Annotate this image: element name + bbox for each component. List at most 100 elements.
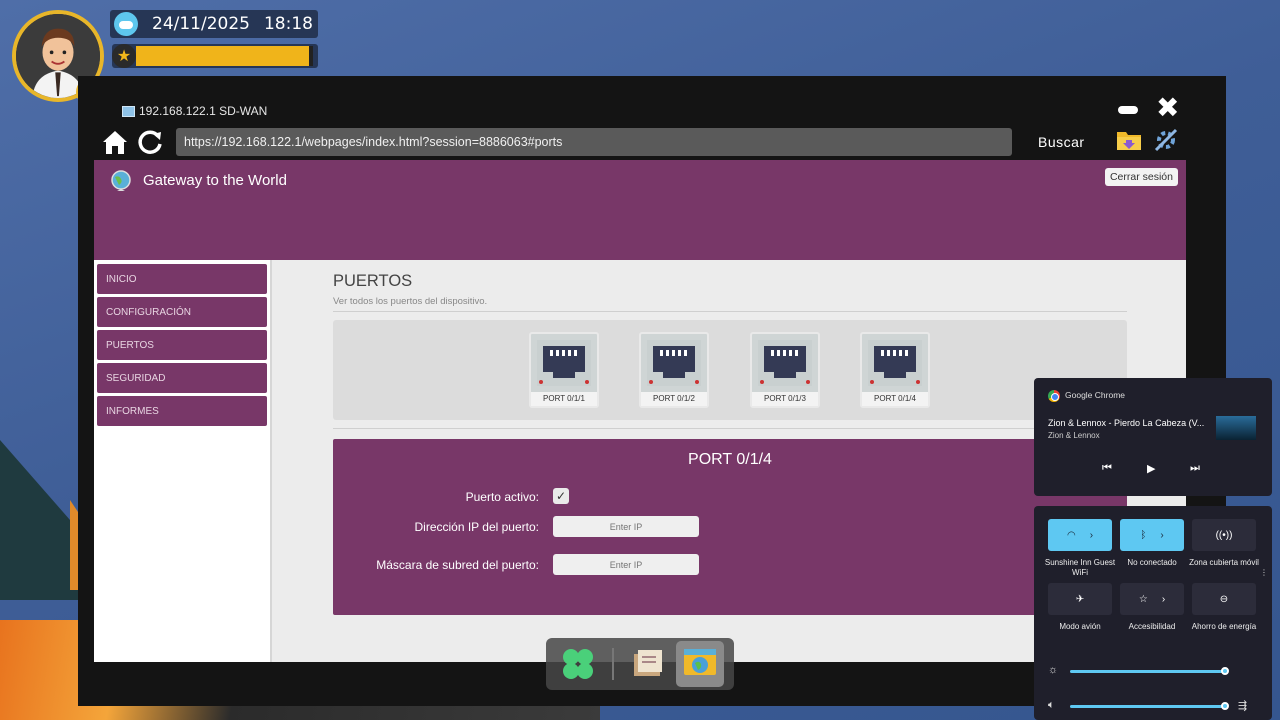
ethernet-port-icon bbox=[537, 340, 591, 386]
port-tile-3[interactable]: PORT 0/1/3 bbox=[750, 332, 820, 408]
port-detail-title: PORT 0/1/4 bbox=[688, 451, 772, 468]
brightness-slider-thumb[interactable] bbox=[1220, 667, 1229, 675]
battery-saver-label: Ahorro de energía bbox=[1191, 622, 1257, 631]
globe-icon bbox=[111, 170, 131, 191]
port-active-label: Puerto activo: bbox=[465, 490, 539, 504]
port-active-checkbox[interactable]: ✓ bbox=[553, 488, 569, 504]
minimize-button[interactable] bbox=[1118, 106, 1138, 114]
battery-saver-icon: ⊖ bbox=[1219, 593, 1229, 605]
airplane-label: Modo avión bbox=[1059, 622, 1101, 631]
hotspot-toggle[interactable]: ((•)) bbox=[1192, 519, 1256, 551]
weather-icon bbox=[114, 12, 138, 36]
port-tile-4[interactable]: PORT 0/1/4 bbox=[860, 332, 930, 408]
chevron-right-icon: › bbox=[1161, 593, 1166, 605]
dock-separator bbox=[612, 648, 614, 680]
ethernet-port-icon bbox=[868, 340, 922, 386]
port-label: PORT 0/1/3 bbox=[752, 392, 818, 406]
wifi-toggle[interactable]: ◠ › bbox=[1048, 519, 1112, 551]
sidebar-item-informes[interactable]: INFORMES bbox=[97, 396, 267, 426]
album-art bbox=[1216, 416, 1256, 440]
browser-toolbar: https://192.168.122.1/webpages/index.htm… bbox=[94, 124, 1198, 160]
hud-date: 24/11/2025 bbox=[152, 14, 250, 34]
downloads-folder-icon[interactable] bbox=[1116, 128, 1142, 152]
hotspot-label: Zona cubierta móvil bbox=[1189, 558, 1259, 567]
ethernet-port-icon bbox=[647, 340, 701, 386]
volume-slider[interactable] bbox=[1070, 705, 1228, 708]
chrome-icon bbox=[1048, 390, 1060, 402]
wifi-label: Sunshine Inn Guest WiFi bbox=[1044, 558, 1116, 577]
xp-progress-bar bbox=[136, 46, 313, 66]
port-tile-2[interactable]: PORT 0/1/2 bbox=[639, 332, 709, 408]
page-icon bbox=[122, 105, 135, 117]
port-ip-label: Dirección IP del puerto: bbox=[414, 520, 539, 534]
next-track-icon[interactable]: ⏭ bbox=[1190, 462, 1200, 475]
ports-panel: PORT 0/1/1 PORT 0/1/2 PORT 0/1/3 PORT 0/… bbox=[333, 320, 1127, 420]
chevron-right-icon: › bbox=[1160, 529, 1164, 541]
star-icon: ★ bbox=[112, 44, 136, 68]
play-icon[interactable]: ▶ bbox=[1147, 462, 1155, 475]
window-title: 192.168.122.1 SD-WAN bbox=[122, 104, 267, 118]
port-detail-panel: PORT 0/1/4 Puerto activo: ✓ Dirección IP… bbox=[333, 439, 1127, 615]
port-label: PORT 0/1/1 bbox=[531, 392, 597, 406]
bluetooth-label: No conectado bbox=[1127, 558, 1177, 567]
port-label: PORT 0/1/4 bbox=[862, 392, 928, 406]
brightness-icon: ☼ bbox=[1048, 664, 1059, 676]
page-subtitle: Ver todos los puertos del dispositivo. bbox=[333, 296, 488, 307]
previous-track-icon[interactable]: ⏮ bbox=[1102, 462, 1112, 475]
site-title: Gateway to the World bbox=[143, 172, 287, 189]
page-title: PUERTOS bbox=[333, 272, 413, 290]
audio-output-icon[interactable]: ⇶ bbox=[1238, 699, 1247, 712]
port-tile-1[interactable]: PORT 0/1/1 bbox=[529, 332, 599, 408]
bluetooth-icon: ᛒ bbox=[1140, 529, 1147, 541]
window-title-text: 192.168.122.1 SD-WAN bbox=[139, 104, 268, 118]
media-title: Zion & Lennox - Pierdo La Cabeza (V... bbox=[1048, 418, 1205, 428]
port-mask-label: Máscara de subred del puerto: bbox=[376, 558, 539, 572]
hud-datetime: 24/11/2025 18:18 bbox=[110, 10, 318, 38]
port-ip-input[interactable] bbox=[553, 516, 699, 537]
taskbar-dock bbox=[546, 638, 734, 690]
media-artist: Zion & Lennox bbox=[1048, 431, 1100, 440]
notes-app-icon[interactable] bbox=[630, 646, 666, 682]
volume-icon: 🔈︎ bbox=[1048, 699, 1055, 711]
browser-app-button[interactable] bbox=[676, 641, 724, 687]
volume-slider-thumb[interactable] bbox=[1220, 702, 1229, 710]
sidebar-item-seguridad[interactable]: SEGURIDAD bbox=[97, 363, 267, 393]
browser-app-icon bbox=[684, 649, 716, 675]
accessibility-toggle[interactable]: ☆ › bbox=[1120, 583, 1184, 615]
brightness-slider[interactable] bbox=[1070, 670, 1228, 673]
chevron-right-icon: › bbox=[1089, 529, 1094, 541]
search-button[interactable]: Buscar bbox=[1038, 134, 1085, 150]
settings-tools-icon[interactable] bbox=[1152, 126, 1180, 154]
clover-app-icon[interactable] bbox=[560, 646, 596, 682]
quick-settings-panel: ◠ › ᛒ › ((•)) Sunshine Inn Guest WiFi No c… bbox=[1034, 506, 1272, 720]
sidebar-item-configuracion[interactable]: CONFIGURACIÓN bbox=[97, 297, 267, 327]
sidebar-item-puertos[interactable]: PUERTOS bbox=[97, 330, 267, 360]
sidebar-item-inicio[interactable]: INICIO bbox=[97, 264, 267, 294]
airplane-icon: ✈ bbox=[1075, 593, 1085, 605]
divider bbox=[333, 311, 1127, 312]
port-mask-input[interactable] bbox=[553, 554, 699, 575]
accessibility-icon: ☆ bbox=[1138, 593, 1148, 605]
xp-bar-container: ★ bbox=[112, 44, 318, 68]
web-page: Gateway to the World Cerrar sesión INICI… bbox=[94, 160, 1186, 662]
airplane-mode-toggle[interactable]: ✈ bbox=[1048, 583, 1112, 615]
close-button[interactable]: ✖ bbox=[1156, 94, 1179, 122]
accessibility-label: Accesibilidad bbox=[1128, 622, 1176, 631]
logout-button[interactable]: Cerrar sesión bbox=[1104, 168, 1178, 186]
hotspot-icon: ((•)) bbox=[1215, 529, 1233, 541]
battery-saver-toggle[interactable]: ⊖ bbox=[1192, 583, 1256, 615]
divider bbox=[333, 428, 1127, 429]
sidebar-nav: INICIO CONFIGURACIÓN PUERTOS SEGURIDAD I… bbox=[94, 260, 272, 662]
address-bar[interactable]: https://192.168.122.1/webpages/index.htm… bbox=[176, 128, 1012, 156]
media-app-name: Google Chrome bbox=[1065, 390, 1126, 400]
ethernet-port-icon bbox=[758, 340, 812, 386]
bluetooth-toggle[interactable]: ᛒ › bbox=[1120, 519, 1184, 551]
refresh-icon[interactable] bbox=[136, 128, 164, 156]
home-icon[interactable] bbox=[100, 127, 130, 157]
scroll-indicator-icon[interactable]: ⋮ bbox=[1260, 568, 1268, 577]
hud-time: 18:18 bbox=[263, 14, 313, 34]
site-header: Gateway to the World Cerrar sesión bbox=[94, 160, 1186, 260]
port-label: PORT 0/1/2 bbox=[641, 392, 707, 406]
wifi-icon: ◠ bbox=[1066, 529, 1076, 541]
media-player-card: Google Chrome Zion & Lennox - Pierdo La … bbox=[1034, 378, 1272, 496]
